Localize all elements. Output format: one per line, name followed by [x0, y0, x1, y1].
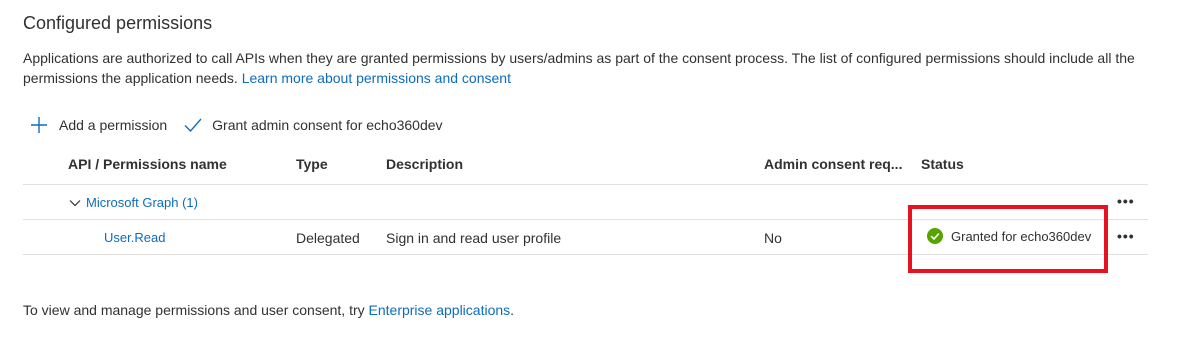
permission-name-link[interactable]: User.Read [104, 230, 165, 245]
row-more-button[interactable]: ••• [1117, 228, 1135, 244]
footer-text: To view and manage permissions and user … [23, 302, 365, 318]
column-header-api-name[interactable]: API / Permissions name [68, 156, 227, 172]
add-permission-label: Add a permission [59, 117, 168, 133]
plus-icon [31, 117, 47, 133]
learn-more-link[interactable]: Learn more about permissions and consent [242, 70, 511, 86]
status-highlight-box [908, 205, 1108, 273]
group-more-button[interactable]: ••• [1117, 193, 1135, 209]
enterprise-applications-link[interactable]: Enterprise applications [369, 302, 511, 318]
permission-type: Delegated [296, 230, 360, 246]
grant-admin-consent-button[interactable]: Grant admin consent for echo360dev [183, 116, 443, 134]
admin-consent-value: No [764, 230, 782, 246]
footer-suffix: . [510, 302, 515, 318]
grant-admin-consent-label: Grant admin consent for echo360dev [212, 117, 443, 133]
column-header-type[interactable]: Type [296, 156, 328, 172]
column-header-admin-consent[interactable]: Admin consent req... [764, 156, 902, 172]
checkmark-icon [184, 118, 202, 133]
group-name-link[interactable]: Microsoft Graph (1) [86, 195, 198, 210]
footer-note: To view and manage permissions and user … [23, 302, 514, 318]
column-header-status[interactable]: Status [921, 156, 964, 172]
group-row-microsoft-graph[interactable]: Microsoft Graph (1) [69, 195, 198, 210]
chevron-down-icon [69, 199, 81, 206]
permission-description: Sign in and read user profile [386, 230, 562, 246]
column-header-description[interactable]: Description [386, 156, 463, 172]
section-title: Configured permissions [23, 13, 213, 33]
header-divider [23, 184, 1148, 185]
section-description: Applications are authorized to call APIs… [23, 48, 1153, 88]
add-permission-button[interactable]: Add a permission [30, 116, 167, 134]
description-text: Applications are authorized to call APIs… [23, 50, 1135, 86]
toolbar: Add a permission Grant admin consent for… [30, 114, 443, 136]
